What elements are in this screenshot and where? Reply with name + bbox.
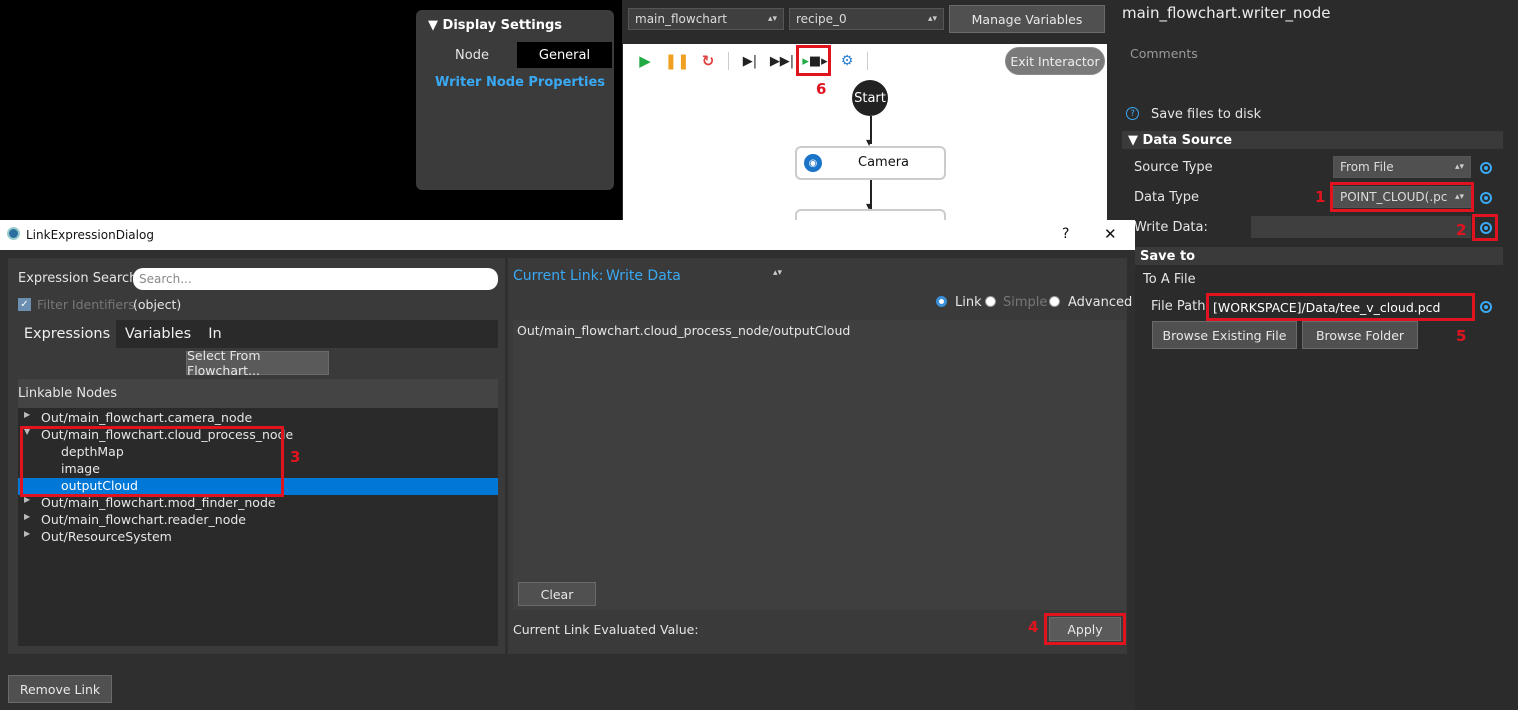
tab-node[interactable]: Node (428, 42, 516, 68)
remove-link-button[interactable]: Remove Link (8, 675, 112, 703)
expand-triangle-icon: ▶ (24, 512, 31, 521)
annotation-number: 5 (1456, 327, 1467, 345)
dialog-title: LinkExpressionDialog (26, 228, 154, 242)
data-type-label: Data Type (1134, 190, 1200, 205)
recipe-select[interactable]: recipe_0 ▴▾ (789, 8, 944, 30)
help-icon[interactable]: ? (1126, 107, 1139, 120)
data-source-header[interactable]: ▼ Data Source (1122, 131, 1503, 149)
mode-simple-label: Simple (1003, 295, 1048, 310)
tree-item[interactable]: ▶ Out/main_flowchart.camera_node (18, 410, 498, 427)
tab-expressions[interactable]: Expressions (18, 320, 116, 348)
annotation-box (1044, 613, 1126, 645)
play-icon[interactable]: ▶ (636, 52, 654, 70)
annotation-box (1330, 182, 1474, 212)
expression-search-input[interactable]: Search... (133, 268, 498, 290)
browse-folder-button[interactable]: Browse Folder (1302, 321, 1418, 349)
collapse-triangle-icon: ▼ (428, 18, 443, 33)
object-label: (object) (133, 297, 182, 312)
current-link-select[interactable]: Write Data ▴▾ (606, 268, 782, 286)
expression-editor[interactable] (513, 320, 1126, 610)
link-indicator-icon[interactable] (1480, 301, 1492, 313)
annotation-box (1206, 293, 1475, 321)
source-type-label: Source Type (1134, 160, 1213, 175)
annotation-number: 1 (1315, 188, 1326, 206)
mode-link-radio[interactable] (936, 296, 947, 311)
robot-icon[interactable]: ⚙ (838, 52, 856, 70)
source-type-select[interactable]: From File ▴▾ (1333, 156, 1471, 178)
display-settings-title[interactable]: ▼ Display Settings (428, 18, 562, 33)
link-indicator-icon[interactable] (1480, 192, 1492, 204)
evaluated-value-label: Current Link Evaluated Value: (513, 622, 699, 637)
restart-icon[interactable]: ↻ (699, 52, 717, 70)
exit-interactor-button[interactable]: Exit Interactor (1005, 47, 1105, 75)
updown-arrow-icon: ▴▾ (767, 14, 777, 24)
annotation-box (20, 426, 284, 497)
camera-icon: ◉ (804, 154, 822, 172)
radio-unselected (985, 296, 996, 307)
manage-variables-button[interactable]: Manage Variables (949, 5, 1105, 33)
app-logo-icon (7, 227, 20, 240)
toolbar-divider (728, 52, 729, 70)
mode-advanced-label: Advanced (1068, 295, 1133, 310)
help-button[interactable]: ? (1062, 226, 1069, 242)
tree-item[interactable]: ▶ Out/main_flowchart.mod_finder_node (18, 495, 498, 512)
writer-node-properties-link[interactable]: Writer Node Properties (435, 75, 605, 90)
fast-forward-icon[interactable]: ▶▶| (770, 52, 794, 70)
filter-identifiers-checkbox[interactable]: ✓ (18, 298, 31, 311)
annotation-box (796, 45, 831, 76)
close-icon[interactable]: ✕ (1104, 225, 1117, 243)
file-path-label: File Path: (1151, 299, 1210, 314)
collapse-triangle-icon: ▼ (1128, 132, 1143, 148)
select-from-flowchart-button[interactable]: Select From Flowchart... (186, 348, 329, 378)
expression-search-label: Expression Search: (18, 271, 142, 286)
write-data-field[interactable] (1251, 216, 1471, 238)
step-icon[interactable]: ▶| (741, 52, 759, 70)
display-settings-panel (416, 10, 614, 190)
linkable-nodes-header: Linkable Nodes (18, 386, 118, 401)
tab-general[interactable]: General (517, 42, 612, 68)
mode-advanced-radio[interactable] (1049, 296, 1060, 311)
start-node[interactable]: Start (852, 80, 888, 116)
mode-link-label: Link (955, 295, 982, 310)
mode-simple-radio[interactable] (985, 296, 996, 311)
annotation-number: 2 (1456, 221, 1467, 239)
tree-item[interactable]: ▶ Out/main_flowchart.reader_node (18, 512, 498, 529)
tab-variables[interactable]: Variables (117, 320, 199, 348)
toolbar-divider (867, 52, 868, 70)
expand-triangle-icon: ▶ (24, 529, 31, 538)
flowchart-select[interactable]: main_flowchart ▴▾ (628, 8, 784, 30)
link-indicator-icon[interactable] (1480, 162, 1492, 174)
annotation-number: 6 (816, 80, 827, 98)
updown-arrow-icon: ▴▾ (1454, 162, 1464, 172)
updown-arrow-icon: ▴▾ (772, 268, 782, 278)
tab-in[interactable]: In (199, 320, 231, 348)
filter-identifiers-label: Filter Identifiers (37, 297, 135, 312)
annotation-number: 4 (1028, 618, 1039, 636)
browse-existing-file-button[interactable]: Browse Existing File (1152, 321, 1297, 349)
expression-text: Out/main_flowchart.cloud_process_node/ou… (517, 323, 851, 338)
camera-node-label: Camera (858, 155, 910, 170)
comments-label[interactable]: Comments (1130, 46, 1198, 61)
radio-unselected (1049, 296, 1060, 307)
pause-icon[interactable]: ❚❚ (664, 52, 689, 70)
save-to-header: Save to (1134, 247, 1503, 265)
tree-item[interactable]: ▶ Out/ResourceSystem (18, 529, 498, 546)
current-link-label: Current Link: (513, 268, 604, 284)
write-data-label: Write Data: (1134, 220, 1208, 235)
expand-triangle-icon: ▶ (24, 410, 31, 419)
dialog-titlebar (0, 220, 1135, 250)
annotation-box (1472, 214, 1498, 241)
node-title: main_flowchart.writer_node (1122, 4, 1331, 22)
next-node-partial[interactable] (795, 209, 946, 220)
to-a-file-label: To A File (1143, 272, 1196, 287)
annotation-number: 3 (290, 448, 301, 466)
save-files-label: Save files to disk (1151, 107, 1262, 122)
radio-selected (936, 296, 947, 307)
updown-arrow-icon: ▴▾ (927, 14, 937, 24)
clear-button[interactable]: Clear (518, 582, 596, 606)
